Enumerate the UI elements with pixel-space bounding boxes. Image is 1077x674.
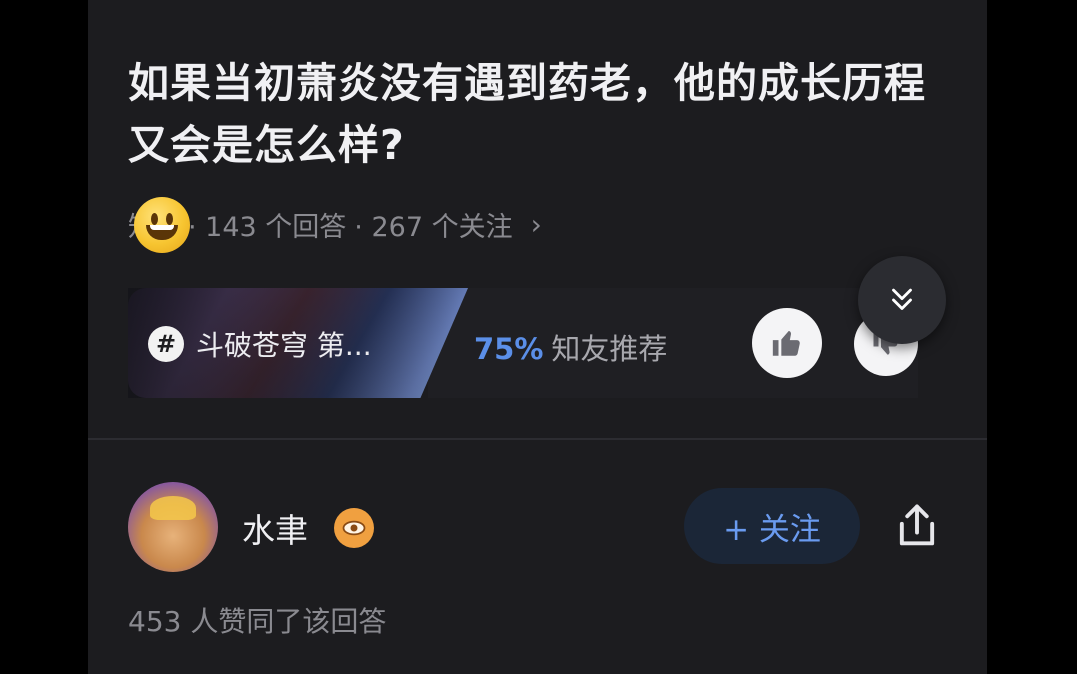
recommend-text: 知友推荐 [551, 332, 668, 366]
recommend-percent: 75% [474, 332, 544, 366]
avatar[interactable] [128, 482, 218, 572]
share-button[interactable] [888, 496, 946, 556]
eye-badge-icon [334, 508, 374, 548]
follow-button[interactable]: + 关注 [684, 488, 860, 564]
follow-count: · 267 个关注 [354, 211, 513, 243]
app-screen: 如果当初萧炎没有遇到药老，他的成长历程又会是怎么样? 知乎 · 143 个回答 … [88, 0, 987, 674]
author-name[interactable]: 水聿 [242, 504, 308, 552]
question-title[interactable]: 如果当初萧炎没有遇到药老，他的成长历程又会是怎么样? [128, 52, 948, 176]
thumbs-up-icon [772, 330, 800, 356]
share-icon [899, 504, 935, 546]
smile-emoji-icon [134, 197, 190, 253]
divider [88, 438, 987, 440]
chevron-right-icon: › [530, 207, 542, 241]
hash-icon: # [148, 326, 184, 362]
topic-tag[interactable]: # 斗破苍穹 第... [148, 324, 372, 364]
thumbs-up-button[interactable] [752, 308, 822, 378]
topic-tag-label: 斗破苍穹 第... [196, 329, 372, 362]
double-chevron-down-icon [892, 288, 912, 310]
recommend-rate: 75% 知友推荐 [474, 326, 667, 368]
collapse-button[interactable] [858, 256, 946, 344]
agree-count: 453 人赞同了该回答 [128, 605, 387, 638]
question-meta[interactable]: 知乎 · 143 个回答 · 267 个关注 › [128, 200, 542, 248]
answer-count: · 143 个回答 [188, 211, 347, 243]
